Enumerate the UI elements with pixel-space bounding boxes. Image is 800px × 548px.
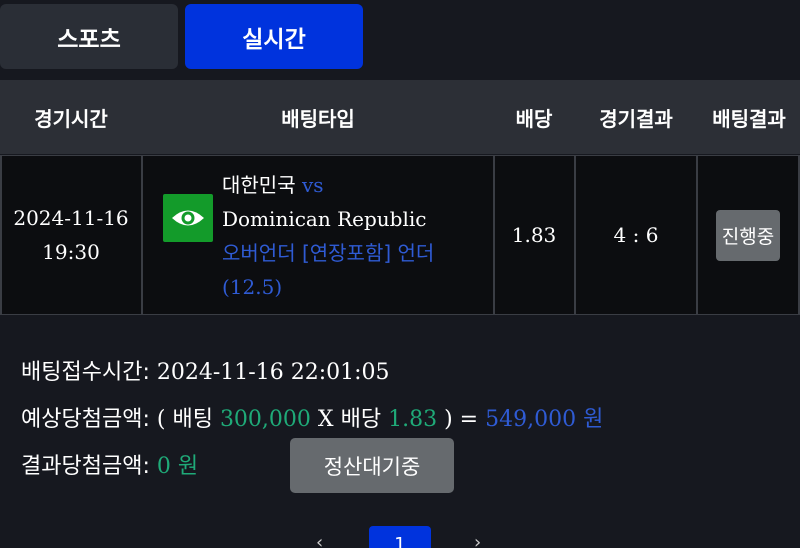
table-row: 2024-11-16 19:30 대한민국 vs Dominican Repub…	[0, 155, 800, 315]
expected-win-amount: 549,000 원	[485, 407, 604, 432]
odds-amount: 1.83	[388, 407, 438, 432]
status-button[interactable]: 진행중	[716, 210, 780, 261]
paren-close: )	[444, 407, 453, 432]
odds-value: 1.83	[511, 223, 557, 247]
tab-sports[interactable]: 스포츠	[0, 4, 178, 69]
expected-win-label: 예상당첨금액:	[21, 407, 150, 432]
result-win-label: 결과당첨금액:	[21, 454, 150, 479]
header-odds: 배당	[515, 106, 553, 131]
away-team: Dominican Republic	[222, 207, 427, 231]
bet-amount: 300,000	[219, 407, 311, 432]
score-cell: 4 : 6	[576, 156, 696, 314]
column-divider	[696, 156, 698, 314]
times-sign: X	[317, 407, 334, 432]
market-name: 오버언더 [연장포함] 언더	[222, 241, 435, 265]
accept-time-label: 배팅접수시간:	[21, 360, 150, 385]
odds-word: 배당	[340, 407, 382, 432]
odds-cell: 1.83	[494, 156, 574, 314]
next-page-icon[interactable]: ›	[474, 532, 481, 548]
eye-icon[interactable]	[163, 194, 213, 242]
equals-sign: =	[459, 407, 479, 432]
result-win-line: 결과당첨금액: 0 원	[21, 448, 198, 480]
bet-table-header: 경기시간 배팅타입 배당 경기결과 배팅결과	[0, 80, 800, 154]
prev-page-icon[interactable]: ‹	[316, 532, 323, 548]
result-win-amount: 0 원	[156, 454, 199, 479]
header-bet-type: 배팅타입	[281, 106, 355, 131]
accept-time-line: 배팅접수시간: 2024-11-16 22:01:05	[21, 354, 390, 386]
header-game-result: 경기결과	[599, 106, 673, 131]
vs-label: vs	[301, 173, 324, 197]
paren-open: (	[156, 407, 166, 432]
expected-win-line: 예상당첨금액: ( 배팅 300,000 X 배당 1.83 ) = 549,0…	[21, 401, 603, 433]
home-team: 대한민국	[222, 173, 296, 197]
tab-bar: 스포츠 실시간	[0, 4, 800, 70]
bet-type-cell: 대한민국 vs Dominican Republic 오버언더 [연장포함] 언…	[222, 168, 490, 304]
market-line: (12.5)	[222, 275, 283, 299]
header-bet-result: 배팅결과	[712, 106, 786, 131]
game-time-cell: 2024-11-16 19:30	[0, 156, 142, 314]
tab-live[interactable]: 실시간	[185, 4, 363, 69]
pagination: ‹ 1 ›	[0, 526, 800, 548]
game-date: 2024-11-16	[13, 206, 129, 230]
game-time: 19:30	[42, 240, 100, 264]
page-button-current[interactable]: 1	[369, 526, 431, 548]
bet-word: 배팅	[172, 407, 213, 432]
accept-time-value: 2024-11-16 22:01:05	[156, 360, 390, 385]
header-game-time: 경기시간	[34, 106, 108, 131]
game-score: 4 : 6	[613, 223, 659, 247]
settlement-pending-button[interactable]: 정산대기중	[290, 438, 454, 493]
